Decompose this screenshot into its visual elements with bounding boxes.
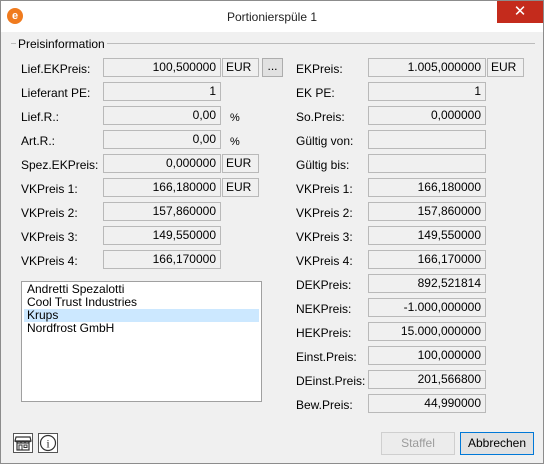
vkpreis2-label-left: VKPreis 2: [21, 206, 78, 220]
einst-preis-label: Einst.Preis: [296, 350, 357, 364]
ekpreis-field[interactable]: 1.005,000000 [368, 58, 486, 77]
ekpreis-currency[interactable]: EUR [487, 58, 524, 77]
lieferant-pe-field[interactable]: 1 [103, 82, 221, 101]
vkpreis1-field-right[interactable]: 166,180000 [368, 178, 486, 197]
hekpreis-label: HEKPreis: [296, 326, 352, 340]
lief-r-label: Lief.R.: [21, 110, 60, 124]
ek-pe-field[interactable]: 1 [368, 82, 486, 101]
info-button[interactable]: i [38, 433, 58, 453]
lieferant-pe-label: Lieferant PE: [21, 86, 91, 100]
nekpreis-label: NEKPreis: [296, 302, 352, 316]
vkpreis1-field-left[interactable]: 166,180000 [103, 178, 221, 197]
abbrechen-button[interactable]: Abbrechen [460, 432, 534, 455]
supplier-list[interactable]: Andretti Spezalotti Cool Trust Industrie… [21, 281, 262, 402]
lief-r-percent: % [230, 112, 240, 124]
ek-pe-label: EK PE: [296, 86, 335, 100]
gueltig-von-label: Gültig von: [296, 134, 354, 148]
vkpreis1-label-right: VKPreis 1: [296, 182, 353, 196]
title-bar: e Portionierspüle 1 ✕ [1, 1, 543, 32]
so-preis-label: So.Preis: [296, 110, 345, 124]
bew-preis-label: Bew.Preis: [296, 398, 353, 412]
gueltig-von-field[interactable] [368, 130, 486, 149]
vkpreis3-field-right[interactable]: 149,550000 [368, 226, 486, 245]
svg-text:i: i [46, 437, 50, 451]
hekpreis-field[interactable]: 15.000,000000 [368, 322, 486, 341]
lief-ekpreis-label: Lief.EKPreis: [21, 62, 91, 76]
list-item[interactable]: Cool Trust Industries [24, 296, 259, 309]
close-button[interactable]: ✕ [497, 1, 543, 23]
lief-ekpreis-field[interactable]: 100,500000 [103, 58, 221, 77]
vkpreis3-label-right: VKPreis 3: [296, 230, 353, 244]
info-icon: i [39, 434, 57, 452]
ekpreis-label: EKPreis: [296, 62, 343, 76]
vkpreis4-field-left[interactable]: 166,170000 [103, 250, 221, 269]
spez-ekpreis-currency[interactable]: EUR [222, 154, 259, 173]
deinst-preis-field[interactable]: 201,566800 [368, 370, 486, 389]
gueltig-bis-field[interactable] [368, 154, 486, 173]
lief-r-field[interactable]: 0,00 [103, 106, 221, 125]
einst-preis-field[interactable]: 100,000000 [368, 346, 486, 365]
list-item[interactable]: Nordfrost GmbH [24, 322, 259, 335]
vkpreis2-field-left[interactable]: 157,860000 [103, 202, 221, 221]
vkpreis1-label-left: VKPreis 1: [21, 182, 78, 196]
dialog-window: e Portionierspüle 1 ✕ Preisinformation L… [0, 0, 544, 464]
gueltig-bis-label: Gültig bis: [296, 158, 350, 172]
dekpreis-label: DEKPreis: [296, 278, 352, 292]
deinst-preis-label: DEinst.Preis: [296, 374, 366, 388]
spez-ekpreis-field[interactable]: 0,000000 [103, 154, 221, 173]
nekpreis-field[interactable]: -1.000,000000 [368, 298, 486, 317]
dekpreis-field[interactable]: 892,521814 [368, 274, 486, 293]
vkpreis3-field-left[interactable]: 149,550000 [103, 226, 221, 245]
spez-ekpreis-label: Spez.EKPreis: [21, 158, 99, 172]
vkpreis3-label-left: VKPreis 3: [21, 230, 78, 244]
vkpreis4-field-right[interactable]: 166,170000 [368, 250, 486, 269]
art-r-percent: % [230, 136, 240, 148]
vkpreis1-currency[interactable]: EUR [222, 178, 259, 197]
store-icon [14, 436, 32, 451]
art-r-field[interactable]: 0,00 [103, 130, 221, 149]
vkpreis2-label-right: VKPreis 2: [296, 206, 353, 220]
lief-ekpreis-more-button[interactable]: ... [262, 58, 283, 77]
bew-preis-field[interactable]: 44,990000 [368, 394, 486, 413]
window-title: Portionierspüle 1 [226, 10, 318, 24]
lief-ekpreis-currency[interactable]: EUR [222, 58, 259, 77]
staffel-button[interactable]: Staffel [381, 432, 455, 455]
so-preis-field[interactable]: 0,000000 [368, 106, 486, 125]
store-button[interactable] [13, 433, 33, 453]
art-r-label: Art.R.: [21, 134, 56, 148]
group-label: Preisinformation [16, 37, 107, 51]
vkpreis2-field-right[interactable]: 157,860000 [368, 202, 486, 221]
vkpreis4-label-right: VKPreis 4: [296, 254, 353, 268]
vkpreis4-label-left: VKPreis 4: [21, 254, 78, 268]
